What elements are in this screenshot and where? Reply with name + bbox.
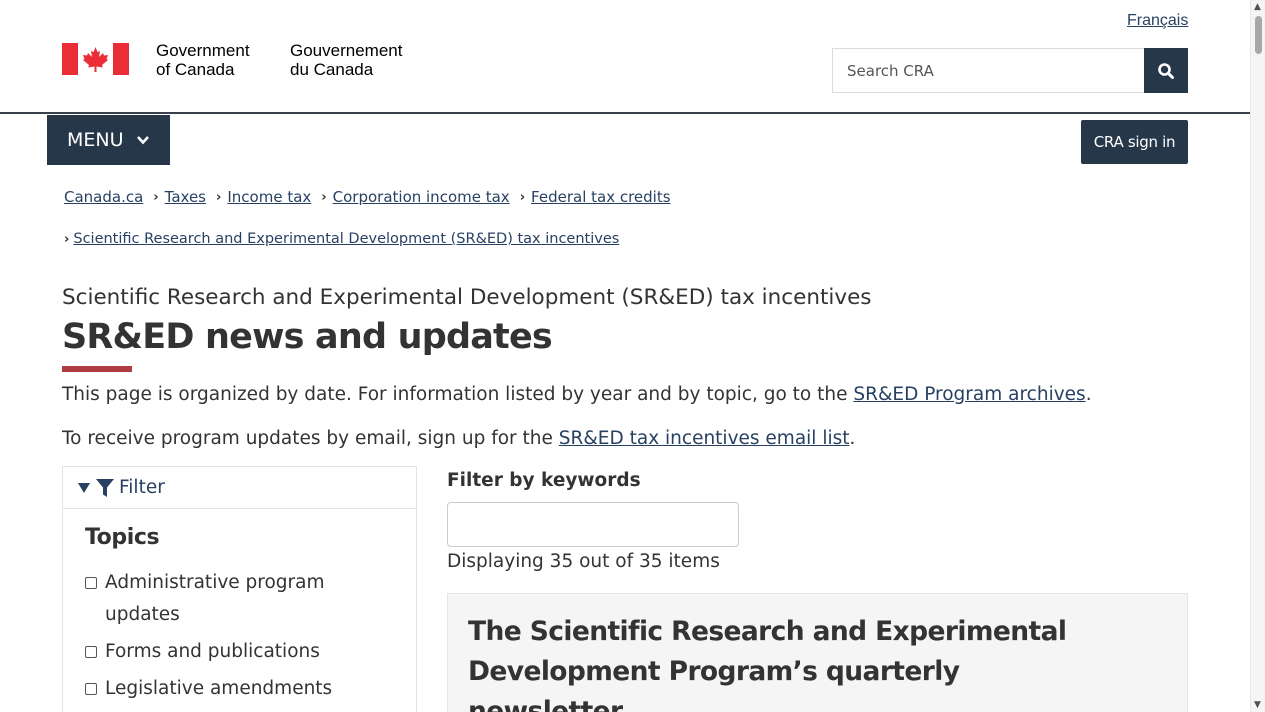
title-underline-accent <box>62 366 132 372</box>
filter-keywords-input[interactable] <box>447 502 739 547</box>
breadcrumb: Canada.ca › Taxes › Income tax › Corpora… <box>64 188 671 206</box>
breadcrumb-link-income-tax[interactable]: Income tax <box>227 188 311 206</box>
sred-email-list-link[interactable]: SR&ED tax incentives email list <box>559 428 850 449</box>
scroll-up-arrow-icon[interactable]: ▲ <box>1254 2 1261 12</box>
breadcrumb-link-taxes[interactable]: Taxes <box>165 188 206 206</box>
menu-label: MENU <box>67 129 124 151</box>
page-subtitle: Scientific Research and Experimental Dev… <box>62 285 872 310</box>
filter-toggle[interactable]: Filter <box>63 467 416 509</box>
breadcrumb-row-2: › Scientific Research and Experimental D… <box>64 231 619 247</box>
checkbox[interactable] <box>85 577 97 589</box>
search-button[interactable] <box>1144 48 1188 93</box>
topic-checkbox-legislative[interactable]: Legislative amendments <box>85 673 365 705</box>
filter-keywords-label: Filter by keywords <box>447 470 641 491</box>
filter-toggle-label: Filter <box>119 477 165 498</box>
topics-heading: Topics <box>85 525 160 550</box>
header-divider <box>0 112 1250 114</box>
breadcrumb-link-corporation-income-tax[interactable]: Corporation income tax <box>333 188 510 206</box>
filter-panel: Filter Topics Administrative program upd… <box>62 466 417 712</box>
canada-flag-logo <box>62 43 129 75</box>
government-of-canada-wordmark-en: Government of Canada <box>156 41 250 79</box>
scrollbar-thumb[interactable] <box>1255 16 1262 54</box>
breadcrumb-link-canada[interactable]: Canada.ca <box>64 188 143 206</box>
sred-program-archives-link[interactable]: SR&ED Program archives <box>853 384 1085 405</box>
vertical-scrollbar[interactable]: ▲ ▼ <box>1250 0 1265 712</box>
chevron-right-icon: › <box>64 231 70 247</box>
intro-paragraph-email: To receive program updates by email, sig… <box>62 428 856 449</box>
results-count: Displaying 35 out of 35 items <box>447 551 720 572</box>
breadcrumb-link-sred-tax-incentives[interactable]: Scientific Research and Experimental Dev… <box>73 231 619 247</box>
checkbox[interactable] <box>85 683 97 695</box>
checkbox[interactable] <box>85 646 97 658</box>
triangle-down-icon <box>78 482 90 493</box>
breadcrumb-link-federal-tax-credits[interactable]: Federal tax credits <box>531 188 671 206</box>
scroll-down-arrow-icon[interactable]: ▼ <box>1254 700 1261 710</box>
page-title: SR&ED news and updates <box>62 317 553 357</box>
language-toggle-link[interactable]: Français <box>1127 12 1188 30</box>
chevron-right-icon: › <box>519 189 526 205</box>
search-input[interactable] <box>832 48 1145 93</box>
topic-checkbox-administrative[interactable]: Administrative program updates <box>85 567 365 631</box>
chevron-right-icon: › <box>153 189 159 205</box>
cra-sign-in-button[interactable]: CRA sign in <box>1081 120 1188 164</box>
news-item-card: The Scientific Research and Experimental… <box>447 593 1188 712</box>
menu-button[interactable]: MENU <box>47 115 170 165</box>
chevron-down-icon <box>136 136 149 145</box>
topic-checkbox-forms[interactable]: Forms and publications <box>85 636 365 668</box>
chevron-right-icon: › <box>321 189 327 205</box>
funnel-filter-icon <box>96 478 114 497</box>
search-icon <box>1158 62 1174 79</box>
intro-paragraph-archives: This page is organized by date. For info… <box>62 384 1092 405</box>
news-item-title[interactable]: The Scientific Research and Experimental… <box>468 612 1108 712</box>
government-of-canada-wordmark-fr: Gouvernement du Canada <box>290 41 403 79</box>
chevron-right-icon: › <box>216 189 222 205</box>
